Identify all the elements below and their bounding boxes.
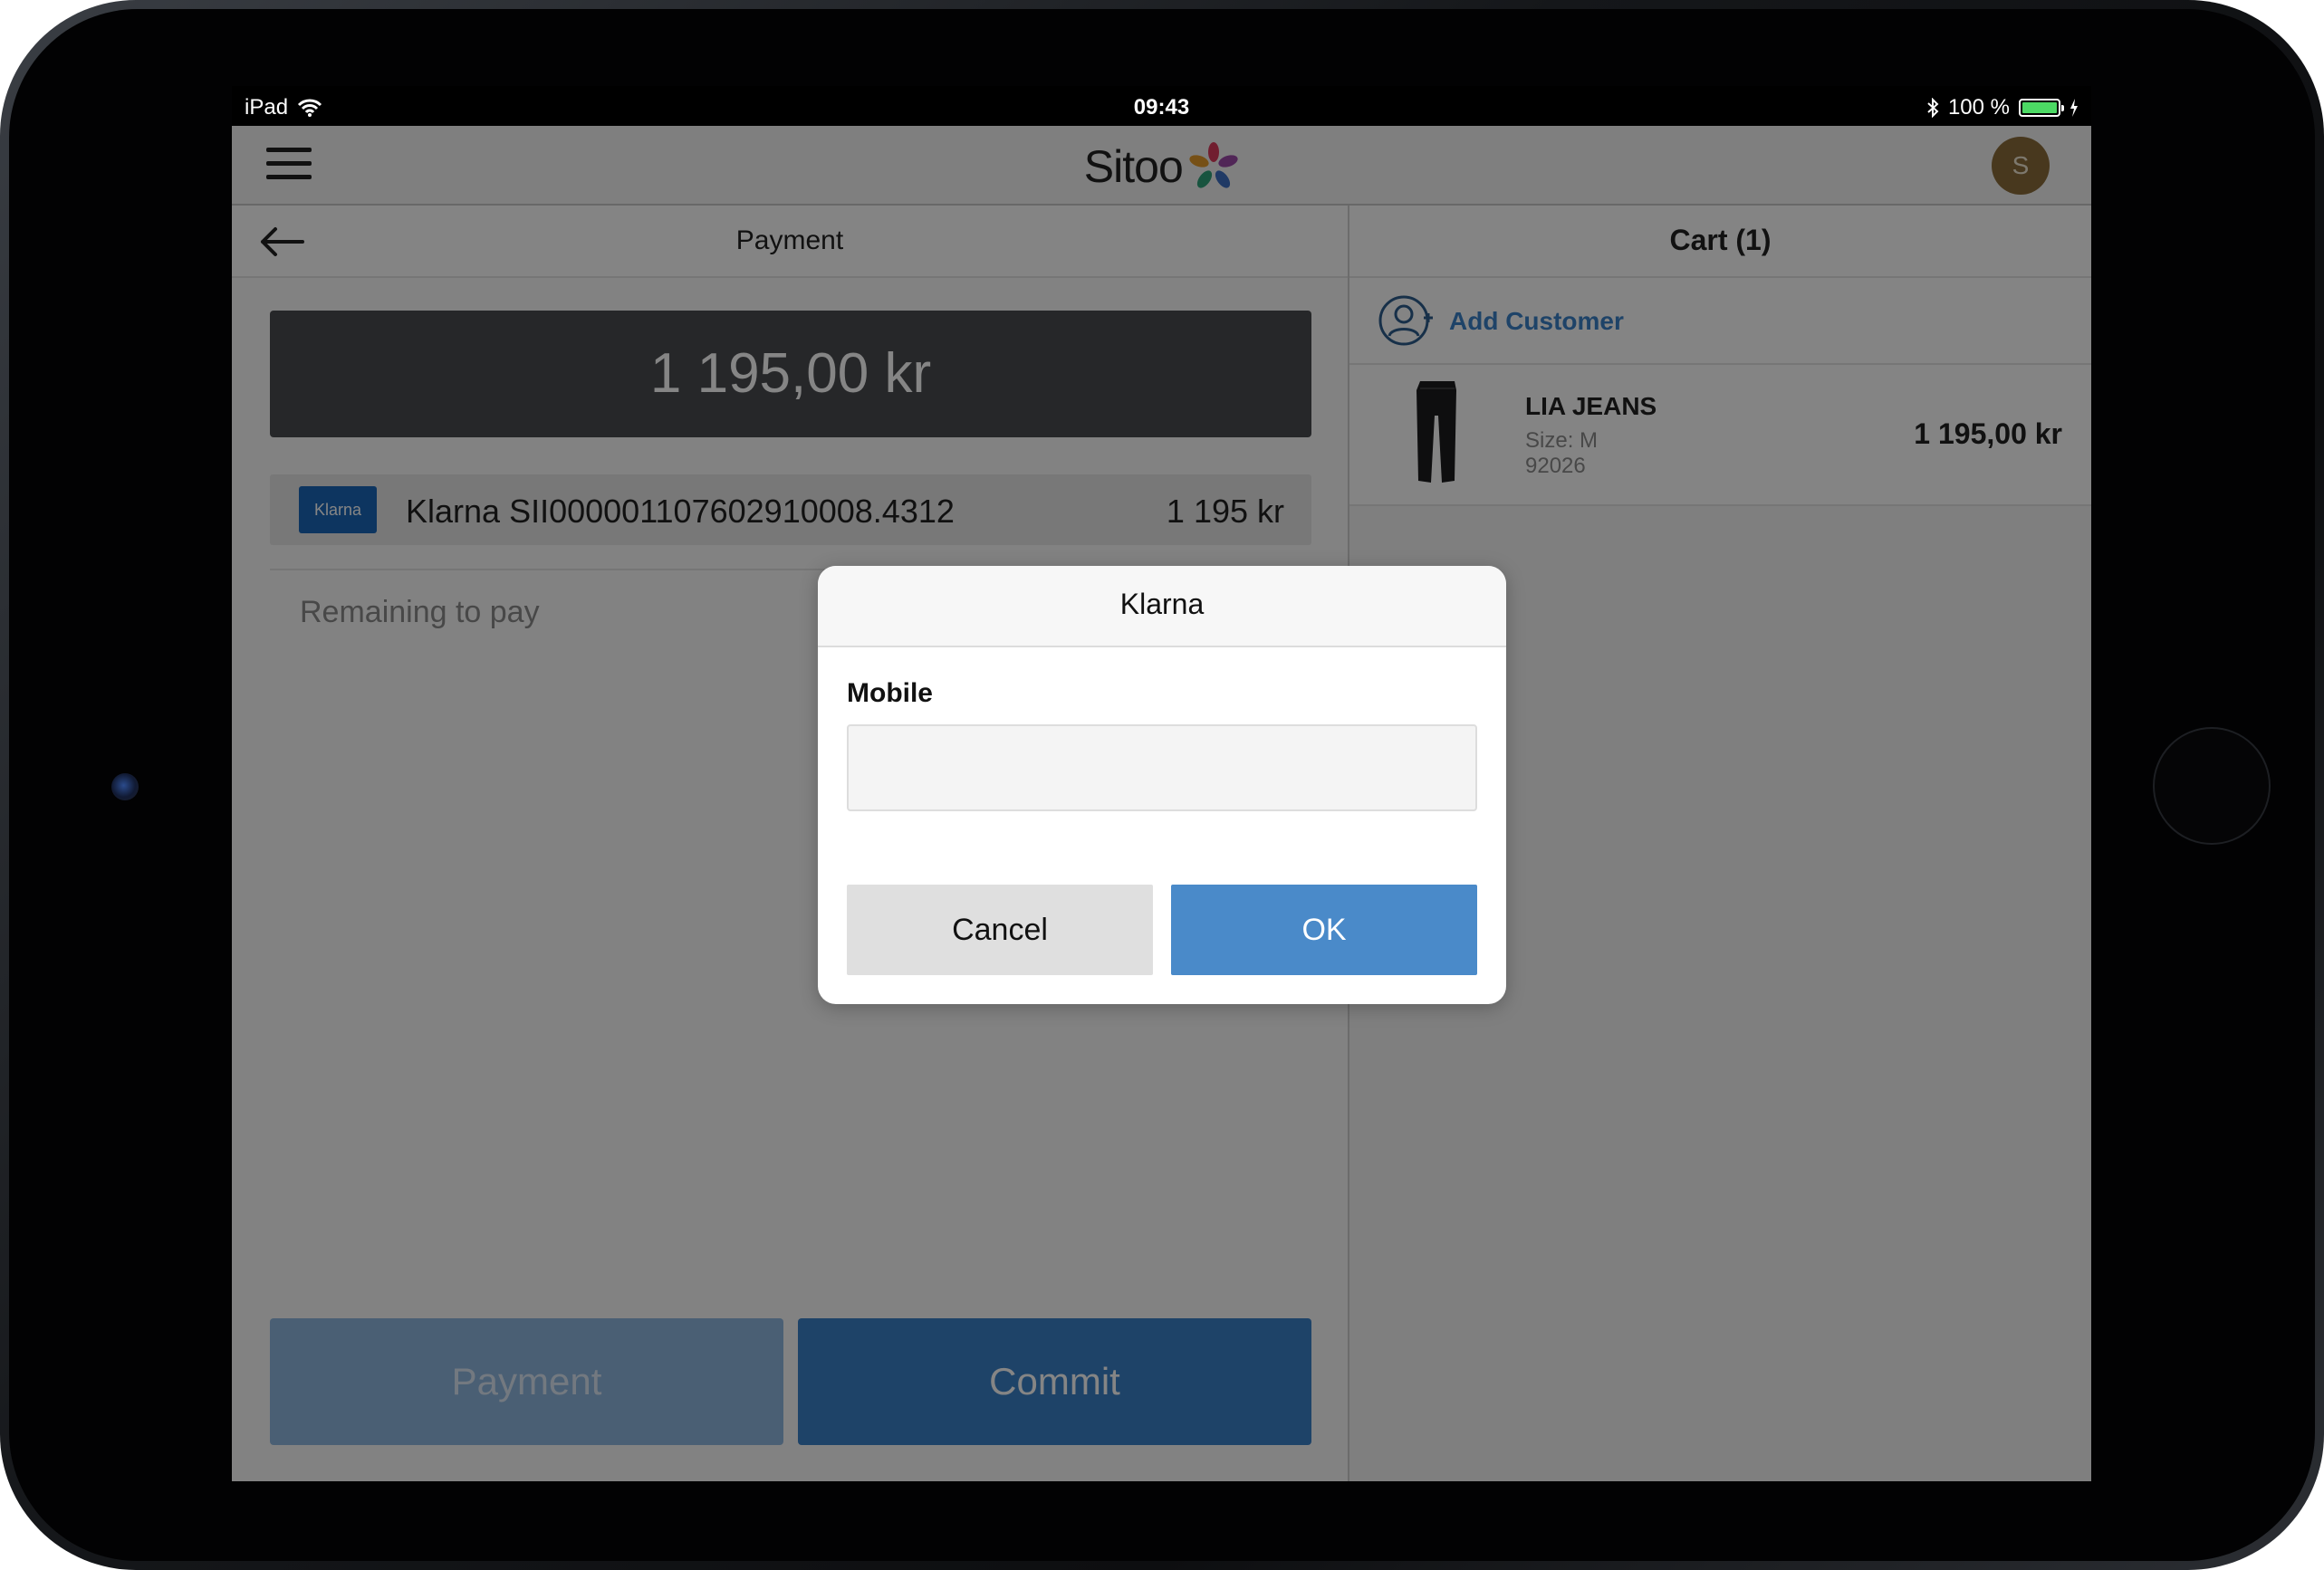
screen: iPad 09:43 100 % Sitoo S Payment 1 195,0… — [232, 86, 2091, 1481]
camera-icon — [111, 773, 139, 800]
battery-percent: 100 % — [1947, 95, 2010, 120]
modal-backdrop-top — [232, 126, 2091, 206]
dialog-header: Klarna — [818, 566, 1506, 647]
ipad-frame: iPad 09:43 100 % Sitoo S Payment 1 195,0… — [0, 0, 2324, 1570]
battery-fill — [2022, 102, 2057, 113]
status-right: 100 % — [1926, 95, 2079, 120]
mobile-label: Mobile — [847, 678, 933, 708]
status-bar: iPad 09:43 100 % — [232, 86, 2091, 126]
status-time: 09:43 — [1133, 95, 1190, 120]
mobile-field[interactable] — [847, 724, 1477, 811]
bluetooth-icon — [1927, 98, 1939, 118]
dialog-title: Klarna — [1119, 588, 1205, 620]
home-button[interactable] — [2153, 727, 2271, 845]
battery-icon — [2019, 99, 2064, 117]
ok-button[interactable]: OK — [1171, 885, 1477, 975]
charging-icon — [2070, 99, 2078, 117]
cancel-button[interactable]: Cancel — [847, 885, 1153, 975]
klarna-dialog: Klarna Mobile Cancel OK — [818, 566, 1506, 1004]
